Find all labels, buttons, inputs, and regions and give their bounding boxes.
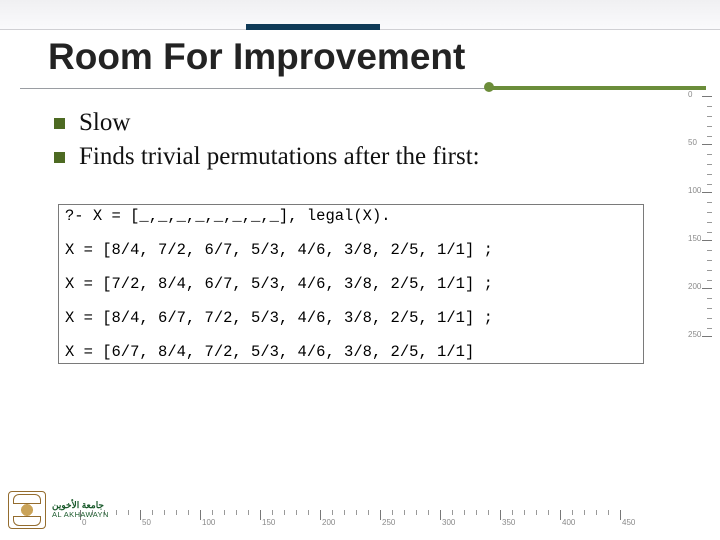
bullet-text: Slow	[79, 109, 130, 136]
ruler-tick-label: 200	[322, 518, 335, 527]
code-result: X = [8/4, 7/2, 6/7, 5/3, 4/6, 3/8, 2/5, …	[65, 242, 637, 259]
ruler-tick-label: 250	[382, 518, 395, 527]
title-accent-line	[490, 86, 706, 90]
ruler-tick-label: 100	[202, 518, 215, 527]
ruler-tick-label: 400	[562, 518, 575, 527]
code-query: ?- X = [_,_,_,_,_,_,_,_], legal(X).	[65, 208, 637, 225]
ruler-tick-label: 50	[688, 138, 697, 147]
code-blank	[65, 225, 637, 242]
ruler-tick-label: 450	[622, 518, 635, 527]
university-logo: جامعة الأخوين AL AKHAWAYN	[8, 488, 120, 532]
code-blank	[65, 293, 637, 310]
bullet-list: Slow Finds trivial permutations after th…	[54, 106, 480, 174]
ruler-tick-label: 250	[688, 330, 701, 339]
ruler-tick-label: 50	[142, 518, 151, 527]
code-result: X = [7/2, 8/4, 6/7, 5/3, 4/6, 3/8, 2/5, …	[65, 276, 637, 293]
code-blank	[65, 259, 637, 276]
logo-text-english: AL AKHAWAYN	[52, 511, 109, 519]
code-result: X = [8/4, 6/7, 7/2, 5/3, 4/6, 3/8, 2/5, …	[65, 310, 637, 327]
ruler-tick-label: 300	[442, 518, 455, 527]
ruler-tick-label: 200	[688, 282, 701, 291]
bullet-text: Finds trivial permutations after the fir…	[79, 143, 480, 170]
code-result: X = [6/7, 8/4, 7/2, 5/3, 4/6, 3/8, 2/5, …	[65, 344, 637, 361]
ruler-tick-label: 150	[262, 518, 275, 527]
ruler-tick-label: 0	[688, 90, 692, 99]
logo-text: جامعة الأخوين AL AKHAWAYN	[52, 501, 109, 518]
code-blank	[65, 327, 637, 344]
horizontal-ruler: 0 50 100 150 200 250 300 350 400 450	[80, 506, 690, 528]
bullet-item: Finds trivial permutations after the fir…	[54, 140, 480, 174]
slide-top-accent	[246, 24, 380, 30]
logo-mark-icon	[8, 491, 46, 529]
ruler-tick-label: 100	[688, 186, 701, 195]
code-box: ?- X = [_,_,_,_,_,_,_,_], legal(X). X = …	[58, 204, 644, 364]
slide-title: Room For Improvement	[48, 36, 465, 78]
vertical-ruler: 0 50 100 150 200 250	[688, 96, 714, 504]
title-accent-dot	[484, 82, 494, 92]
bullet-item: Slow	[54, 106, 480, 140]
ruler-tick-label: 350	[502, 518, 515, 527]
ruler-tick-label: 150	[688, 234, 701, 243]
